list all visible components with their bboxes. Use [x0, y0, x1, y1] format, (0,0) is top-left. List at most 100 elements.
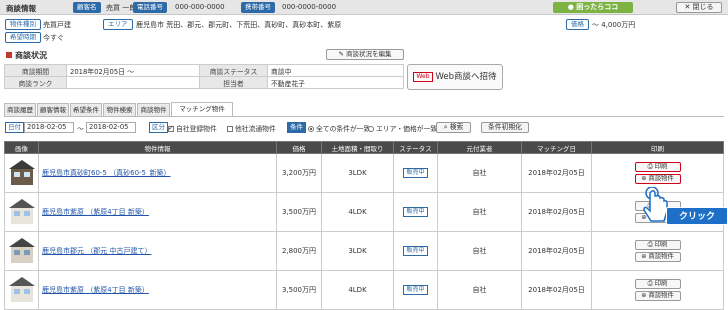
property-link[interactable]: 鹿児島市真砂町60-5 （真砂60-5_新築）: [38, 153, 277, 193]
date-sep: ～: [77, 125, 84, 133]
radio-on-icon: [308, 126, 314, 132]
print-cell: ⎙ 印刷 ⊕ 商談物件: [591, 231, 724, 271]
price-cell: 3,500万円: [276, 192, 322, 232]
print-cell: ⎙ 印刷 ⊕ 商談物件: [591, 270, 724, 310]
print-button[interactable]: ⎙ 印刷: [634, 162, 681, 172]
price-value: ～ 4,000万円: [592, 21, 636, 29]
date-to-select[interactable]: 2018-02-05: [86, 122, 136, 133]
period-value: 今すぐ: [43, 34, 64, 42]
house-image: [4, 231, 39, 271]
phone-tag: 電話番号: [133, 2, 167, 13]
section-title: 商談状況: [6, 50, 47, 61]
area-price-radio[interactable]: エリア・価格が一致: [368, 123, 437, 135]
help-icon: ●: [567, 3, 577, 11]
date-cell: 2018年02月05日: [521, 192, 592, 232]
printer-icon: ⎙: [647, 241, 655, 248]
deal-property-button[interactable]: ⊕ 商談物件: [634, 174, 681, 184]
staff-label: 担当者: [199, 76, 268, 89]
edit-status-button[interactable]: ✎ 商談状況を編集: [326, 49, 404, 60]
price-cell: 3,500万円: [276, 270, 322, 310]
cond-label: 条件: [287, 122, 306, 133]
close-button[interactable]: ✕ 閉じる: [676, 2, 722, 13]
layout-cell: 4LDK: [321, 270, 394, 310]
plus-icon: ⊕: [641, 292, 649, 299]
deal-property-button[interactable]: ⊕ 商談物件: [634, 291, 681, 301]
kubun-label: 区分: [149, 122, 168, 133]
house-image: [4, 270, 39, 310]
status-val: 商談中: [267, 64, 404, 77]
search-button[interactable]: ⌕ 検索: [436, 122, 471, 133]
printer-icon: ⎙: [647, 163, 655, 170]
date-cell: 2018年02月05日: [521, 153, 592, 193]
period-tag: 希望時期: [5, 32, 41, 43]
rank-label: 商談ランク: [4, 76, 67, 89]
col-print: 印刷: [591, 141, 724, 154]
col-layout: 土地面積・間取り: [321, 141, 394, 154]
col-price: 価格: [276, 141, 322, 154]
price-cell: 2,800万円: [276, 231, 322, 271]
col-date: マッチング日: [521, 141, 592, 154]
tab-matching[interactable]: マッチング物件: [171, 102, 233, 116]
property-link[interactable]: 鹿児島市紫原 （紫原4丁目 新築）: [38, 192, 277, 232]
other-checkbox[interactable]: 他社流通物件: [227, 123, 276, 135]
status-badge: 販売中: [403, 246, 428, 256]
print-button[interactable]: ⎙ 印刷: [634, 240, 681, 250]
checkbox-icon: [227, 126, 233, 132]
agent-cell: 自社: [437, 270, 522, 310]
mobile-tag: 携帯番号: [241, 2, 275, 13]
area-value: 鹿児島市 荒田、郡元、郡元町、下荒田、真砂町、真砂本町、紫原: [136, 21, 342, 29]
rank-val: [66, 76, 200, 89]
tab-deal-property[interactable]: 商談物件: [137, 103, 170, 116]
bullet-icon: [6, 52, 12, 58]
status-cell: 販売中: [393, 192, 438, 232]
property-link[interactable]: 鹿児島市郡元 （郡元 中古戸建て）: [38, 231, 277, 271]
agent-cell: 自社: [437, 231, 522, 271]
radio-icon: [368, 126, 374, 132]
customer-name: 売買 一郎: [106, 4, 137, 12]
page-title: 商談情報: [6, 4, 36, 13]
table-row: 鹿児島市郡元 （郡元 中古戸建て） 2,800万円 3LDK 販売中 自社 20…: [4, 231, 724, 271]
status-cell: 販売中: [393, 153, 438, 193]
edit-icon: ✎: [338, 50, 346, 58]
customer-name-tag: 顧客名: [73, 2, 101, 13]
all-radio[interactable]: 全ての条件が一致: [308, 123, 370, 135]
agent-cell: 自社: [437, 153, 522, 193]
status-label: 商談ステータス: [199, 64, 268, 77]
price-tag: 価格: [566, 19, 589, 30]
deal-property-button[interactable]: ⊕ 商談物件: [634, 252, 681, 262]
col-agent: 元付業者: [437, 141, 522, 154]
print-button[interactable]: ⎙ 印刷: [634, 279, 681, 289]
top-bar: 商談情報 顧客名 売買 一郎 電話番号 000-000-0000 携帯番号 00…: [0, 0, 728, 15]
staff-val: 不動産花子: [267, 76, 404, 89]
property-type-tag: 物件種別: [5, 19, 41, 30]
help-button[interactable]: ● 困ったらココ: [553, 2, 633, 13]
tab-conditions[interactable]: 希望条件: [70, 103, 102, 116]
checkbox-checked-icon: [168, 124, 174, 132]
layout-cell: 4LDK: [321, 192, 394, 232]
agent-cell: 自社: [437, 192, 522, 232]
reset-button[interactable]: 条件初期化: [481, 122, 529, 133]
status-badge: 販売中: [403, 207, 428, 217]
date-from-select[interactable]: 2018-02-05: [24, 122, 74, 133]
matching-table: 画像 物件情報 価格 土地面積・間取り ステータス 元付業者 マッチング日 印刷…: [4, 141, 724, 310]
tab-customer[interactable]: 顧客情報: [37, 103, 69, 116]
price-cell: 3,200万円: [276, 153, 322, 193]
tab-history[interactable]: 商談履歴: [4, 103, 36, 116]
property-link[interactable]: 鹿児島市紫原 （紫原4丁目 新築）: [38, 270, 277, 310]
own-checkbox[interactable]: 自社登録物件: [168, 123, 217, 135]
close-icon: ✕: [684, 3, 693, 11]
plus-icon: ⊕: [641, 253, 649, 260]
date-cell: 2018年02月05日: [521, 231, 592, 271]
web-invite-button[interactable]: Web Web商談へ招待: [407, 64, 503, 90]
status-badge: 販売中: [403, 285, 428, 295]
tab-search[interactable]: 物件検索: [103, 103, 136, 116]
table-row: 鹿児島市紫原 （紫原4丁目 新築） 3,500万円 4LDK 販売中 自社 20…: [4, 192, 724, 232]
click-label: クリック: [666, 207, 728, 225]
web-icon: Web: [413, 71, 433, 82]
status-cell: 販売中: [393, 231, 438, 271]
status-badge: 販売中: [403, 168, 428, 178]
table-row: 鹿児島市紫原 （紫原4丁目 新築） 3,500万円 4LDK 販売中 自社 20…: [4, 270, 724, 310]
table-row: 鹿児島市真砂町60-5 （真砂60-5_新築） 3,200万円 3LDK 販売中…: [4, 153, 724, 193]
col-status: ステータス: [393, 141, 438, 154]
tab-divider: [4, 116, 724, 117]
